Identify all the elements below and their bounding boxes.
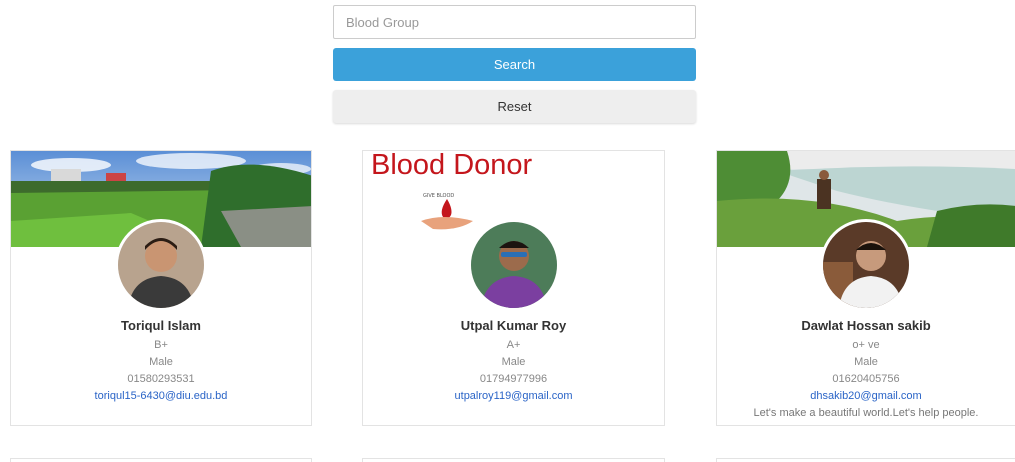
- blood-group: B+: [154, 339, 168, 351]
- gender: Male: [854, 356, 878, 368]
- donor-name: Utpal Kumar Roy: [460, 318, 567, 333]
- avatar: [115, 219, 207, 311]
- donor-bio: Let's make a beautiful world.Let's help …: [753, 407, 979, 419]
- donor-card-next-row: [716, 458, 1015, 462]
- logo-text: GIVE BLOOD: [423, 193, 454, 199]
- search-form: Search Reset: [333, 5, 696, 123]
- donor-name: Toriqul Islam: [121, 318, 201, 333]
- avatar: [820, 219, 912, 311]
- email-link[interactable]: utpalroy119@gmail.com: [363, 388, 664, 405]
- search-button[interactable]: Search: [333, 48, 696, 81]
- donor-card-next-row: [362, 458, 665, 462]
- email-link[interactable]: toriqul15-6430@diu.edu.bd: [11, 388, 311, 405]
- donor-card-next-row: [10, 458, 312, 462]
- donor-name: Dawlat Hossan sakib: [801, 318, 931, 333]
- donor-card: Toriqul Islam B+ Male 01580293531 toriqu…: [10, 150, 312, 426]
- phone-number: 01580293531: [127, 373, 195, 385]
- avatar: [467, 219, 560, 311]
- blood-group-input[interactable]: [333, 5, 696, 39]
- phone-number: 01794977996: [479, 373, 548, 385]
- gender: Male: [149, 356, 173, 368]
- gender: Male: [501, 356, 526, 368]
- donor-card: Blood Donor GIVE BLOOD Utpal Kumar Roy A…: [362, 150, 665, 426]
- blood-group: o+ ve: [852, 339, 880, 351]
- blood-group: A+: [506, 339, 521, 351]
- reset-button[interactable]: Reset: [333, 90, 696, 123]
- donor-card: Dawlat Hossan sakib o+ ve Male 016204057…: [716, 150, 1015, 426]
- email-link[interactable]: dhsakib20@gmail.com: [717, 388, 1015, 405]
- phone-number: 01620405756: [832, 373, 900, 385]
